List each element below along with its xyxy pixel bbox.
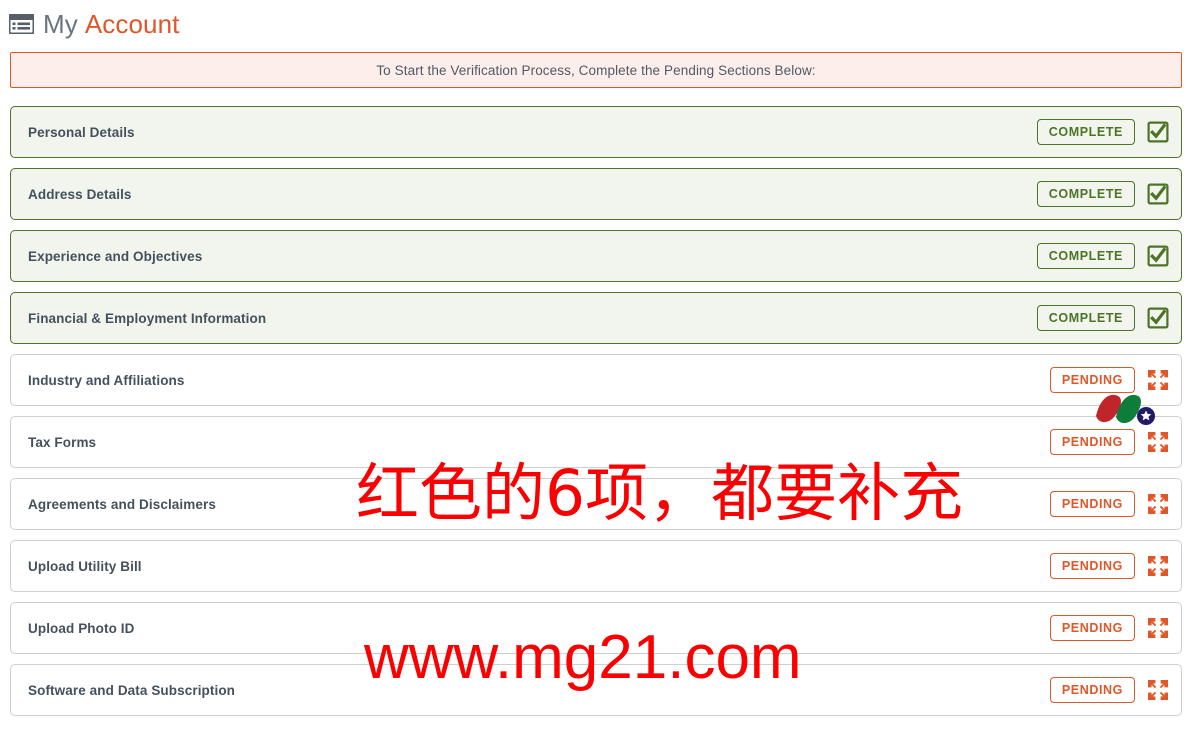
section-row-actions: COMPLETE [1036, 243, 1169, 269]
section-row-actions: COMPLETE [1036, 305, 1169, 331]
section-row[interactable]: Upload Utility Bill PENDING [10, 540, 1182, 592]
expand-arrows-icon[interactable] [1147, 555, 1169, 577]
page-title-primary: My [43, 9, 78, 39]
status-button-pending[interactable]: PENDING [1049, 677, 1135, 703]
section-row-actions: PENDING [1049, 677, 1169, 703]
section-row-actions: COMPLETE [1036, 181, 1169, 207]
section-label: Agreements and Disclaimers [28, 496, 216, 512]
section-row-actions: COMPLETE [1036, 119, 1169, 145]
expand-arrows-icon[interactable] [1147, 617, 1169, 639]
section-row[interactable]: Industry and Affiliations PENDING [10, 354, 1182, 406]
section-label: Experience and Objectives [28, 248, 203, 264]
page-title: My Account [43, 11, 180, 37]
status-button-pending[interactable]: PENDING [1049, 367, 1135, 393]
section-row[interactable]: Tax Forms PENDING [10, 416, 1182, 468]
checkbox-checked-icon[interactable] [1147, 245, 1169, 267]
section-action-icon[interactable] [1147, 555, 1169, 577]
page-header: My Account [0, 0, 1192, 42]
status-button-pending[interactable]: PENDING [1049, 553, 1135, 579]
status-button-pending[interactable]: PENDING [1049, 491, 1135, 517]
section-row[interactable]: Experience and Objectives COMPLETE [10, 230, 1182, 282]
section-action-icon[interactable] [1147, 493, 1169, 515]
section-label: Industry and Affiliations [28, 372, 185, 388]
section-label: Upload Utility Bill [28, 558, 142, 574]
section-action-icon[interactable] [1147, 679, 1169, 701]
section-label: Personal Details [28, 124, 135, 140]
list-icon [9, 14, 34, 34]
section-label: Financial & Employment Information [28, 310, 267, 326]
section-row[interactable]: Personal Details COMPLETE [10, 106, 1182, 158]
status-button-pending[interactable]: PENDING [1049, 615, 1135, 641]
expand-arrows-icon[interactable] [1147, 679, 1169, 701]
section-label: Upload Photo ID [28, 620, 135, 636]
section-row-actions: PENDING [1049, 615, 1169, 641]
section-action-icon[interactable] [1147, 431, 1169, 453]
status-button-pending[interactable]: PENDING [1049, 429, 1135, 455]
section-label: Address Details [28, 186, 132, 202]
section-row-actions: PENDING [1049, 491, 1169, 517]
page-title-secondary: Account [84, 9, 180, 39]
section-row[interactable]: Software and Data Subscription PENDING [10, 664, 1182, 716]
section-row[interactable]: Upload Photo ID PENDING [10, 602, 1182, 654]
status-button-complete[interactable]: COMPLETE [1036, 243, 1135, 269]
verification-sections-list: Personal Details COMPLETE Address Details C… [10, 106, 1182, 726]
section-row-actions: PENDING [1049, 553, 1169, 579]
checkbox-checked-icon[interactable] [1147, 307, 1169, 329]
section-action-icon[interactable] [1147, 307, 1169, 329]
alert-message: To Start the Verification Process, Compl… [376, 62, 816, 78]
expand-arrows-icon[interactable] [1147, 493, 1169, 515]
section-action-icon[interactable] [1147, 121, 1169, 143]
verification-alert-banner: To Start the Verification Process, Compl… [10, 52, 1182, 88]
section-row[interactable]: Agreements and Disclaimers PENDING [10, 478, 1182, 530]
section-row-actions: PENDING [1049, 429, 1169, 455]
checkbox-checked-icon[interactable] [1147, 121, 1169, 143]
section-row[interactable]: Financial & Employment Information COMPLE… [10, 292, 1182, 344]
status-button-complete[interactable]: COMPLETE [1036, 119, 1135, 145]
section-action-icon[interactable] [1147, 183, 1169, 205]
section-action-icon[interactable] [1147, 245, 1169, 267]
expand-arrows-icon[interactable] [1147, 431, 1169, 453]
section-label: Tax Forms [28, 434, 97, 450]
section-row[interactable]: Address Details COMPLETE [10, 168, 1182, 220]
checkbox-checked-icon[interactable] [1147, 183, 1169, 205]
section-action-icon[interactable] [1147, 617, 1169, 639]
section-label: Software and Data Subscription [28, 682, 236, 698]
section-row-actions: PENDING [1049, 367, 1169, 393]
status-button-complete[interactable]: COMPLETE [1036, 305, 1135, 331]
status-button-complete[interactable]: COMPLETE [1036, 181, 1135, 207]
expand-arrows-icon[interactable] [1147, 369, 1169, 391]
section-action-icon[interactable] [1147, 369, 1169, 391]
